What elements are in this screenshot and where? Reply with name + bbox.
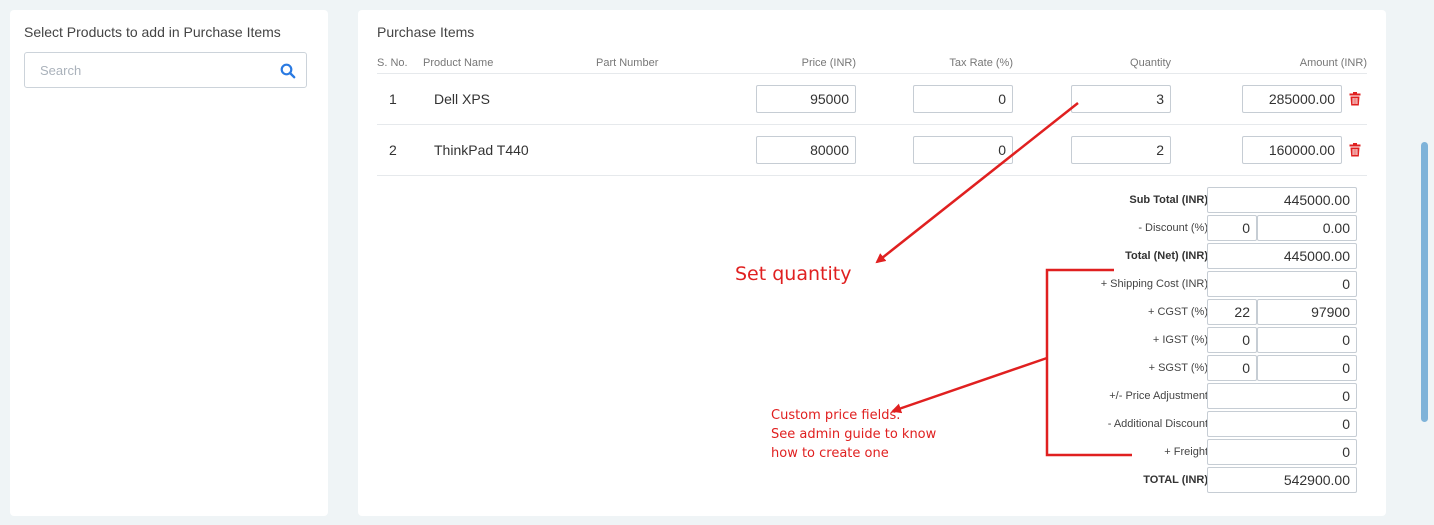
custom-fields-annotation-line: Custom price fields. (771, 408, 901, 423)
custom-fields-arrow (891, 356, 1048, 414)
custom-fields-annotation-line: See admin guide to know (771, 427, 937, 442)
custom-fields-bracket (1045, 268, 1132, 457)
quantity-arrow (875, 102, 1079, 264)
annotation-arrows (875, 102, 1132, 457)
set-quantity-annotation: Set quantity (735, 263, 852, 285)
custom-fields-annotation-line: how to create one (771, 446, 889, 461)
custom-fields-annotation: Custom price fields. See admin guide to … (771, 406, 936, 463)
scrollbar-thumb[interactable] (1421, 142, 1428, 422)
